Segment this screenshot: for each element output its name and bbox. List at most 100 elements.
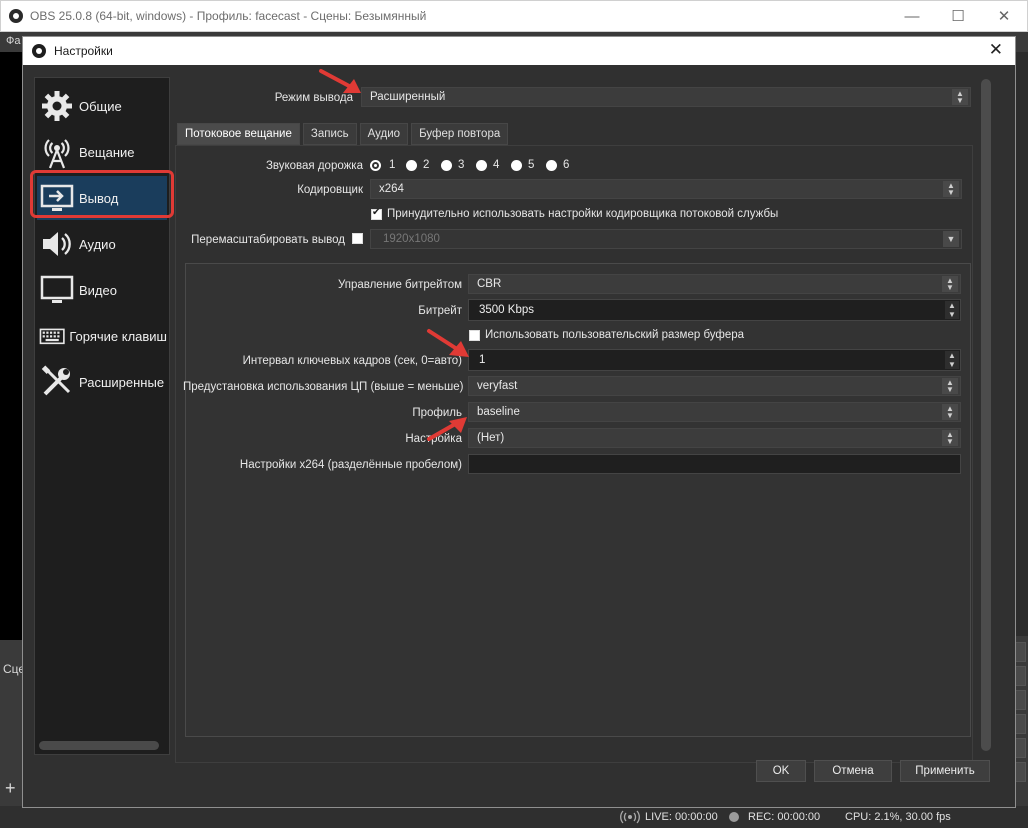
bitrate-value: 3500 Kbps bbox=[479, 304, 534, 316]
minimize-button[interactable]: — bbox=[889, 1, 935, 31]
audio-track-radio-1[interactable] bbox=[370, 160, 381, 171]
sidebar-scrollbar[interactable] bbox=[39, 741, 159, 750]
tune-select[interactable]: (Нет) ▲ ▼ bbox=[468, 428, 961, 448]
audio-track-radio-5[interactable] bbox=[511, 160, 522, 171]
tune-value: (Нет) bbox=[477, 432, 505, 444]
sidebar-item-label: Видео bbox=[79, 282, 117, 298]
audio-track-radio-2[interactable] bbox=[406, 160, 417, 171]
encoder-label: Кодировщик bbox=[297, 184, 363, 196]
speaker-icon bbox=[43, 232, 71, 256]
obs-logo-icon bbox=[9, 9, 23, 23]
settings-dialog: Настройки ✕ Общие Вещание Вывод Аудио Ви… bbox=[22, 36, 1016, 808]
audio-track-radio-3[interactable] bbox=[441, 160, 452, 171]
audio-track-label-3: 3 bbox=[458, 159, 465, 171]
rate-control-select[interactable]: CBR ▲ ▼ bbox=[468, 274, 961, 294]
x264-options-input[interactable] bbox=[468, 454, 961, 474]
profile-value: baseline bbox=[477, 406, 520, 418]
output-mode-select[interactable]: Расширенный ▲ ▼ bbox=[361, 87, 971, 107]
audio-track-radio-6[interactable] bbox=[546, 160, 557, 171]
sidebar-item-label: Горячие клавиш bbox=[69, 328, 167, 344]
scenes-dock: Сце + bbox=[0, 640, 25, 808]
custom-buffer-label: Использовать пользовательский размер буф… bbox=[485, 329, 745, 341]
sidebar-item-label: Аудио bbox=[79, 236, 116, 252]
updown-arrows-icon: ▲ ▼ bbox=[942, 276, 958, 292]
maximize-button[interactable]: ☐ bbox=[935, 1, 981, 31]
rescale-checkbox[interactable] bbox=[352, 233, 363, 244]
encoder-select[interactable]: x264 ▲ ▼ bbox=[370, 179, 962, 199]
cpu-preset-value: veryfast bbox=[477, 380, 518, 392]
apply-button[interactable]: Применить bbox=[900, 760, 990, 782]
rescale-resolution-select[interactable]: 1920x1080 ▼ bbox=[370, 229, 962, 249]
sidebar-item-label: Вывод bbox=[79, 190, 119, 206]
updown-arrows-icon: ▲ ▼ bbox=[952, 89, 968, 105]
sidebar-item-hotkeys[interactable]: Горячие клавиш bbox=[37, 314, 167, 358]
enforce-encoder-checkbox[interactable] bbox=[371, 207, 382, 220]
sidebar-item-audio[interactable]: Аудио bbox=[37, 222, 167, 266]
dialog-close-button[interactable]: ✕ bbox=[989, 40, 1003, 60]
sidebar-item-output[interactable]: Вывод bbox=[37, 176, 167, 220]
monitor-icon bbox=[40, 275, 74, 303]
obs-preview bbox=[0, 52, 22, 640]
statusbar: LIVE: 00:00:00 REC: 00:00:00 CPU: 2.1%, … bbox=[0, 806, 1028, 828]
rate-control-label: Управление битрейтом bbox=[337, 279, 462, 291]
cancel-button[interactable]: Отмена bbox=[814, 760, 892, 782]
tools-icon bbox=[41, 365, 71, 396]
content-scrollbar[interactable] bbox=[981, 79, 991, 751]
tab-streaming[interactable]: Потоковое вещание bbox=[177, 123, 300, 145]
bitrate-spinbox[interactable]: 3500 Kbps ▲ ▼ bbox=[468, 299, 961, 321]
audio-track-label: Звуковая дорожка bbox=[265, 160, 363, 172]
obs-titlebar: OBS 25.0.8 (64-bit, windows) - Профиль: … bbox=[0, 0, 1028, 32]
profile-label: Профиль bbox=[412, 407, 462, 419]
cpu-preset-label: Предустановка использования ЦП (выше = м… bbox=[183, 381, 464, 393]
audio-track-label-5: 5 bbox=[528, 159, 535, 171]
settings-sidebar: Общие Вещание Вывод Аудио Видео Горячие … bbox=[34, 77, 170, 755]
output-tabs: Потоковое вещание Запись Аудио Буфер пов… bbox=[177, 123, 511, 145]
output-icon bbox=[40, 184, 74, 211]
sidebar-item-label: Расширенные bbox=[79, 374, 165, 390]
add-scene-icon[interactable]: + bbox=[5, 778, 16, 799]
chevron-down-icon: ▼ bbox=[943, 231, 959, 247]
x264-options-label: Настройки x264 (разделённые пробелом) bbox=[239, 459, 462, 471]
stepper-arrows-icon[interactable]: ▲ ▼ bbox=[945, 301, 959, 319]
output-mode-value: Расширенный bbox=[370, 91, 446, 103]
keyframe-interval-label: Интервал ключевых кадров (сек, 0=авто) bbox=[242, 355, 462, 367]
stepper-arrows-icon[interactable]: ▲ ▼ bbox=[945, 351, 959, 369]
tab-replay-buffer[interactable]: Буфер повтора bbox=[411, 123, 509, 145]
menu-file[interactable]: Фа bbox=[6, 35, 20, 47]
tab-recording[interactable]: Запись bbox=[302, 123, 357, 145]
tab-audio[interactable]: Аудио bbox=[359, 123, 409, 145]
gear-icon bbox=[42, 91, 72, 121]
encoder-value: x264 bbox=[379, 183, 404, 195]
audio-track-label-4: 4 bbox=[493, 159, 500, 171]
obs-window-title: OBS 25.0.8 (64-bit, windows) - Профиль: … bbox=[30, 9, 427, 23]
sidebar-item-video[interactable]: Видео bbox=[37, 268, 167, 312]
updown-arrows-icon: ▲ ▼ bbox=[943, 181, 959, 197]
audio-track-label-2: 2 bbox=[423, 159, 430, 171]
audio-track-label-6: 6 bbox=[563, 159, 570, 171]
sidebar-item-general[interactable]: Общие bbox=[37, 84, 167, 128]
obs-close-button[interactable]: ✕ bbox=[981, 1, 1027, 31]
broadcast-icon bbox=[44, 139, 70, 169]
live-timer: LIVE: 00:00:00 bbox=[645, 811, 718, 823]
sidebar-item-stream[interactable]: Вещание bbox=[37, 130, 167, 174]
updown-arrows-icon: ▲ ▼ bbox=[942, 404, 958, 420]
enforce-encoder-label: Принудительно использовать настройки код… bbox=[387, 208, 779, 220]
custom-buffer-checkbox[interactable] bbox=[469, 330, 480, 341]
keyboard-icon bbox=[39, 328, 65, 345]
dialog-logo-icon bbox=[32, 44, 46, 58]
bitrate-label: Битрейт bbox=[418, 305, 462, 317]
live-broadcast-icon bbox=[620, 810, 640, 824]
audio-track-label-1: 1 bbox=[389, 159, 396, 171]
sidebar-item-label: Общие bbox=[79, 98, 122, 114]
ok-button[interactable]: OK bbox=[756, 760, 806, 782]
cpu-preset-select[interactable]: veryfast ▲ ▼ bbox=[468, 376, 961, 396]
dialog-titlebar: Настройки ✕ bbox=[23, 37, 1015, 65]
audio-track-radio-4[interactable] bbox=[476, 160, 487, 171]
rate-control-value: CBR bbox=[477, 278, 502, 290]
sidebar-item-advanced[interactable]: Расширенные bbox=[37, 360, 167, 404]
output-mode-label: Режим вывода bbox=[274, 92, 353, 104]
keyframe-interval-spinbox[interactable]: 1 ▲ ▼ bbox=[468, 349, 961, 371]
profile-select[interactable]: baseline ▲ ▼ bbox=[468, 402, 961, 422]
tune-label: Настройка bbox=[405, 433, 462, 445]
rec-icon bbox=[729, 812, 739, 822]
